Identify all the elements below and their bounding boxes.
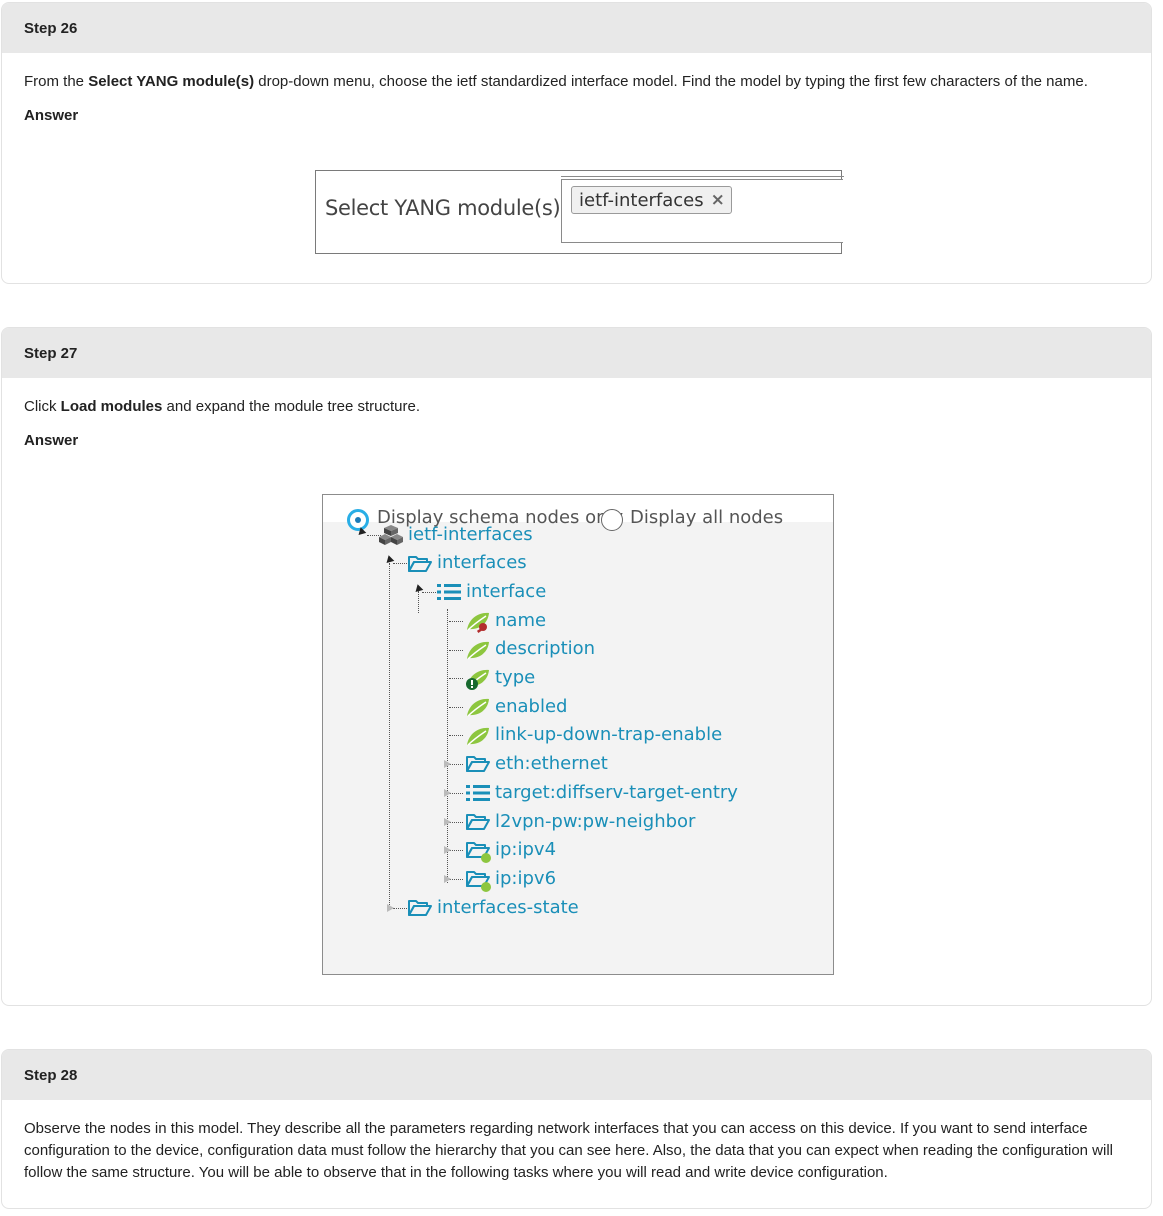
tree-hline xyxy=(393,563,407,564)
step-26-text-bold: Select YANG module(s) xyxy=(88,73,255,90)
tree-leaf-link-up-down-trap-enable[interactable]: link-up-down-trap-enable xyxy=(495,724,722,745)
tree-leaf-enabled[interactable]: enabled xyxy=(495,696,567,717)
selected-module-tag[interactable]: ietf-interfaces × xyxy=(571,186,732,214)
yang-select-label: Select YANG module(s) xyxy=(325,196,561,220)
module-cubes-icon xyxy=(379,525,403,545)
list-icon xyxy=(437,584,461,600)
selected-module-tag-label: ietf-interfaces xyxy=(579,189,704,211)
folder-leaf-icon xyxy=(466,871,491,892)
tree-hline xyxy=(449,650,463,651)
tree-node-ip-ipv4[interactable]: ip:ipv4 xyxy=(495,839,556,860)
leaf-icon xyxy=(467,727,489,746)
tree-hline xyxy=(422,592,436,593)
tree-line-root xyxy=(389,563,390,909)
tree-node-interfaces-state[interactable]: interfaces-state xyxy=(437,897,579,918)
step-26-instruction: From the Select YANG module(s) drop-down… xyxy=(24,71,1129,93)
tree-node-target-diffserv-target-entry[interactable]: target:diffserv-target-entry xyxy=(495,782,738,803)
expand-toggle-icon[interactable] xyxy=(444,789,451,797)
step-27-body: Click Load modules and expand the module… xyxy=(2,378,1151,452)
folder-leaf-icon xyxy=(466,842,491,863)
step-28-title: Step 28 xyxy=(2,1050,1151,1100)
radio-schema-nodes[interactable] xyxy=(347,509,369,531)
tree-node-interface[interactable]: interface xyxy=(466,581,546,602)
expand-toggle-icon[interactable] xyxy=(444,875,451,883)
tree-hline xyxy=(449,879,463,880)
collapse-toggle-icon[interactable] xyxy=(355,527,367,538)
step-26-card: Step 26 From the Select YANG module(s) d… xyxy=(1,2,1152,284)
step-26-title: Step 26 xyxy=(2,3,1151,53)
tree-leaf-name[interactable]: name xyxy=(495,610,546,631)
step-27-instruction: Click Load modules and expand the module… xyxy=(24,396,1129,418)
expand-toggle-icon[interactable] xyxy=(387,904,394,912)
leaf-icon xyxy=(467,641,489,660)
tree-hline xyxy=(449,822,463,823)
step-28-text: Observe the nodes in this model. They de… xyxy=(24,1120,1114,1181)
mandatory-leaf-icon xyxy=(466,669,489,690)
step-28-card: Step 28 Observe the nodes in this model.… xyxy=(1,1049,1152,1209)
tree-hline xyxy=(449,793,463,794)
tree-hline xyxy=(449,735,463,736)
expand-toggle-icon[interactable] xyxy=(444,760,451,768)
radio-all-nodes[interactable] xyxy=(601,509,623,531)
list-icon xyxy=(466,785,490,801)
tree-hline xyxy=(449,621,463,622)
tree-line-interface xyxy=(447,609,448,883)
radio-all-nodes-label: Display all nodes xyxy=(630,507,784,528)
tree-hline xyxy=(393,908,407,909)
step-27-title: Step 27 xyxy=(2,328,1151,378)
tree-node-ip-ipv6[interactable]: ip:ipv6 xyxy=(495,868,556,889)
step-27-text-bold: Load modules xyxy=(60,398,163,415)
tree-node-l2vpn-pw-neighbor[interactable]: l2vpn-pw:pw-neighbor xyxy=(495,811,695,832)
step-27-card: Step 27 Click Load modules and expand th… xyxy=(1,327,1152,1006)
step-27-text-post: and expand the module tree structure. xyxy=(162,398,421,415)
folder-open-icon xyxy=(466,814,490,830)
tree-hline xyxy=(449,707,463,708)
leaf-icon xyxy=(467,698,489,717)
remove-tag-icon[interactable]: × xyxy=(711,190,725,210)
tree-leaf-type[interactable]: type xyxy=(495,667,535,688)
tree-node-eth-ethernet[interactable]: eth:ethernet xyxy=(495,753,608,774)
step-26-text-pre: From the xyxy=(24,73,89,90)
tree-hline xyxy=(449,678,463,679)
step-26-body: From the Select YANG module(s) drop-down… xyxy=(2,53,1151,127)
expand-toggle-icon[interactable] xyxy=(444,818,451,826)
step-27-text-pre: Click xyxy=(24,398,61,415)
collapse-toggle-icon[interactable] xyxy=(383,555,395,566)
yang-module-select-widget: Select YANG module(s) ietf-interfaces × xyxy=(315,170,844,254)
step-26-text-post: drop-down menu, choose the ietf standard… xyxy=(254,73,1088,90)
yang-module-input[interactable]: ietf-interfaces × xyxy=(561,176,844,243)
tree-hline xyxy=(449,764,463,765)
tree-node-ietf-interfaces[interactable]: ietf-interfaces xyxy=(408,524,533,545)
module-tree-panel: Display schema nodes only Display all no… xyxy=(322,494,834,975)
folder-open-icon xyxy=(466,756,490,772)
tree-hline xyxy=(449,850,463,851)
tree-leaf-description[interactable]: description xyxy=(495,638,595,659)
expand-toggle-icon[interactable] xyxy=(444,846,451,854)
step-26-answer-label: Answer xyxy=(24,107,79,124)
folder-open-icon xyxy=(408,900,432,916)
key-leaf-icon xyxy=(467,612,489,633)
step-28-body: Observe the nodes in this model. They de… xyxy=(2,1100,1151,1184)
step-27-answer-label: Answer xyxy=(24,432,79,449)
folder-open-icon xyxy=(408,556,432,572)
collapse-toggle-icon[interactable] xyxy=(412,584,424,595)
tree-node-interfaces[interactable]: interfaces xyxy=(437,552,527,573)
